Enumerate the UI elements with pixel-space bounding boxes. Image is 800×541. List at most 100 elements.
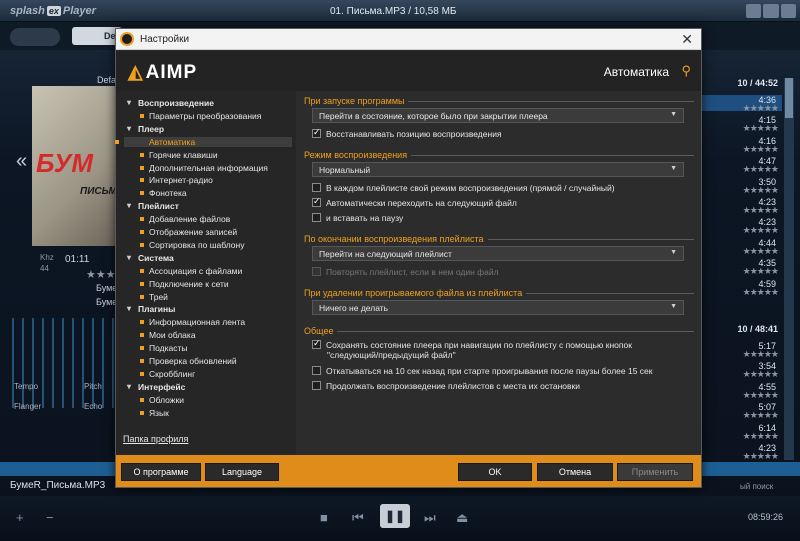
playlist-row[interactable]: 3:50 ★★★★★ xyxy=(700,177,782,196)
eject-button[interactable]: ⏏ xyxy=(456,510,468,526)
search-icon[interactable]: ⚲ xyxy=(681,63,691,79)
save-state-checkbox[interactable]: Сохранять состояние плеера при навигации… xyxy=(312,338,632,360)
playlist-row[interactable]: 3:54 ★★★★★ xyxy=(700,361,782,380)
playlist-row[interactable]: 6:14 ★★★★★ xyxy=(700,423,782,442)
on-delete-select[interactable]: Ничего не делать ▼ xyxy=(312,300,684,315)
playlist-row[interactable]: 4:23 ★★★★★ xyxy=(700,217,782,236)
playlist-row[interactable]: 4:23 ★★★★★ xyxy=(700,197,782,216)
playlist-end-select[interactable]: Перейти на следующий плейлист ▼ xyxy=(312,246,684,261)
apply-button[interactable]: Применить xyxy=(617,463,693,481)
rating-stars-icon[interactable]: ★★★★★ xyxy=(743,123,779,134)
tree-category[interactable]: Плейлист xyxy=(127,201,179,211)
tree-item[interactable]: Сортировка по шаблону xyxy=(139,240,244,250)
checkbox-box[interactable] xyxy=(312,381,321,390)
rating-stars-icon[interactable]: ★★★★★ xyxy=(743,185,779,196)
playlist-row[interactable]: 5:07 ★★★★★ xyxy=(700,402,782,421)
playlist-scrollbar[interactable] xyxy=(784,78,794,460)
about-button[interactable]: О программе xyxy=(121,463,201,481)
checkbox-box[interactable] xyxy=(312,338,321,349)
language-button[interactable]: Language xyxy=(205,463,279,481)
rating-stars-icon[interactable]: ★★★★★ xyxy=(743,246,779,257)
playlist-row[interactable]: 4:44 ★★★★★ xyxy=(700,238,782,257)
tree-item[interactable]: Трей xyxy=(140,292,168,302)
startup-behavior-select[interactable]: Перейти в состояние, которое было при за… xyxy=(312,108,684,123)
rating-stars-icon[interactable]: ★★★★★ xyxy=(743,205,779,216)
auto-next-checkbox[interactable]: Автоматически переходить на следующий фа… xyxy=(312,196,517,208)
tree-item[interactable]: Отображение записей xyxy=(139,227,237,237)
tree-item[interactable]: Скробблинг xyxy=(139,369,195,379)
checkbox-box[interactable] xyxy=(312,366,321,375)
tree-item[interactable]: Язык xyxy=(140,408,169,418)
rating-stars-icon[interactable]: ★★★★★ xyxy=(743,144,779,155)
tree-item[interactable]: Информационная лента xyxy=(139,317,245,327)
rating-stars-icon[interactable]: ★★★★★ xyxy=(743,349,779,360)
rating-stars-icon[interactable]: ★★★★★ xyxy=(743,225,779,236)
playlist-row[interactable]: 5:17 ★★★★★ xyxy=(700,341,782,360)
restore-position-checkbox[interactable]: Восстанавливать позицию воспроизведения xyxy=(312,127,502,139)
tree-item[interactable]: Добавление файлов xyxy=(139,214,230,224)
repeat-single-checkbox[interactable]: Повторять плейлист, если в нем один файл xyxy=(312,267,499,277)
rating-stars-icon[interactable]: ★★★★★ xyxy=(743,164,779,175)
playlist-row[interactable]: 4:35 ★★★★★ xyxy=(700,258,782,277)
playlist-row[interactable]: 4:15 ★★★★★ xyxy=(700,115,782,134)
tree-item[interactable]: Дополнительная информация xyxy=(140,163,268,173)
playlist-row[interactable]: 4:23 ★★★★★ xyxy=(700,443,782,462)
tree-item[interactable]: Проверка обновлений xyxy=(140,356,237,366)
remove-files-icon[interactable]: − xyxy=(46,510,54,525)
minimize-button[interactable] xyxy=(746,4,762,18)
cancel-button[interactable]: Отмена xyxy=(537,463,613,481)
rating-stars-icon[interactable]: ★★★★★ xyxy=(743,431,779,442)
playlist-row[interactable]: 4:47 ★★★★★ xyxy=(700,156,782,175)
ok-button[interactable]: OK xyxy=(458,463,532,481)
profile-folder-link[interactable]: Папка профиля xyxy=(123,434,188,444)
quick-search-label[interactable]: ый поиск xyxy=(740,482,773,491)
tree-category[interactable]: Воспроизведение xyxy=(127,98,214,108)
tree-item[interactable]: Ассоциация с файлами xyxy=(139,266,242,276)
previous-track-button[interactable]: ⏮ xyxy=(352,510,364,526)
tree-item[interactable]: Параметры преобразования xyxy=(139,111,261,121)
rating-stars-icon[interactable]: ★★★★★ xyxy=(743,103,779,114)
playlist-row[interactable]: 4:59 ★★★★★ xyxy=(700,279,782,298)
per-playlist-mode-checkbox[interactable]: В каждом плейлисте свой режим воспроизве… xyxy=(312,183,615,193)
tree-category[interactable]: Плагины xyxy=(127,304,176,314)
next-track-button[interactable]: ⏭ xyxy=(424,510,436,526)
scrollbar-thumb[interactable] xyxy=(785,78,793,118)
rating-stars-icon[interactable]: ★★★★★ xyxy=(743,369,779,380)
continue-playlists-checkbox[interactable]: Продолжать воспроизведение плейлистов с … xyxy=(312,381,580,391)
tree-item[interactable]: Подключение к сети xyxy=(140,279,229,289)
checkbox-box[interactable] xyxy=(312,267,321,276)
tree-item[interactable]: Интернет-радио xyxy=(140,175,213,185)
checkbox-box[interactable] xyxy=(312,183,321,192)
tree-item[interactable]: Горячие клавиши xyxy=(140,150,218,160)
previous-cover-chevron-icon[interactable]: « xyxy=(16,150,27,173)
checkbox-box[interactable] xyxy=(312,196,321,207)
tree-item[interactable]: Фонотека xyxy=(140,188,187,198)
maximize-button[interactable] xyxy=(763,4,779,18)
stop-button[interactable]: ■ xyxy=(320,510,328,525)
add-files-icon[interactable]: + xyxy=(16,510,24,525)
tree-item[interactable]: Подкасты xyxy=(140,343,188,353)
close-window-button[interactable] xyxy=(780,4,796,18)
equalizer-sliders[interactable] xyxy=(12,318,118,408)
rating-stars-icon[interactable]: ★★★★★ xyxy=(743,451,779,462)
and-pause-checkbox[interactable]: и вставать на паузу xyxy=(312,213,403,223)
checkbox-box[interactable] xyxy=(312,127,321,138)
rating-stars-icon[interactable]: ★★★★★ xyxy=(743,287,779,298)
tree-category[interactable]: Система xyxy=(127,253,174,263)
rating-stars-icon[interactable]: ★★★★★ xyxy=(743,410,779,421)
tree-category[interactable]: Плеер xyxy=(127,124,164,134)
playlist-row[interactable]: 4:36 ★★★★★ xyxy=(700,95,782,114)
rewind-10-checkbox[interactable]: Откатываться на 10 сек назад при старте … xyxy=(312,366,653,376)
pause-button[interactable]: ❚❚ xyxy=(380,504,410,528)
tree-category[interactable]: Интерфейс xyxy=(127,382,185,392)
rating-stars-icon[interactable]: ★★★★★ xyxy=(743,390,779,401)
rating-stars-icon[interactable]: ★★★★★ xyxy=(743,266,779,277)
playlist-row[interactable]: 4:16 ★★★★★ xyxy=(700,136,782,155)
playlist-row[interactable]: 4:55 ★★★★★ xyxy=(700,382,782,401)
playback-mode-select[interactable]: Нормальный ▼ xyxy=(312,162,684,177)
tree-item[interactable]: Мои облака xyxy=(140,330,196,340)
visualization-toggle[interactable] xyxy=(10,28,60,46)
tree-item[interactable]: Обложки xyxy=(140,395,184,405)
tree-item[interactable]: Автоматика xyxy=(115,136,292,147)
checkbox-box[interactable] xyxy=(312,213,321,222)
